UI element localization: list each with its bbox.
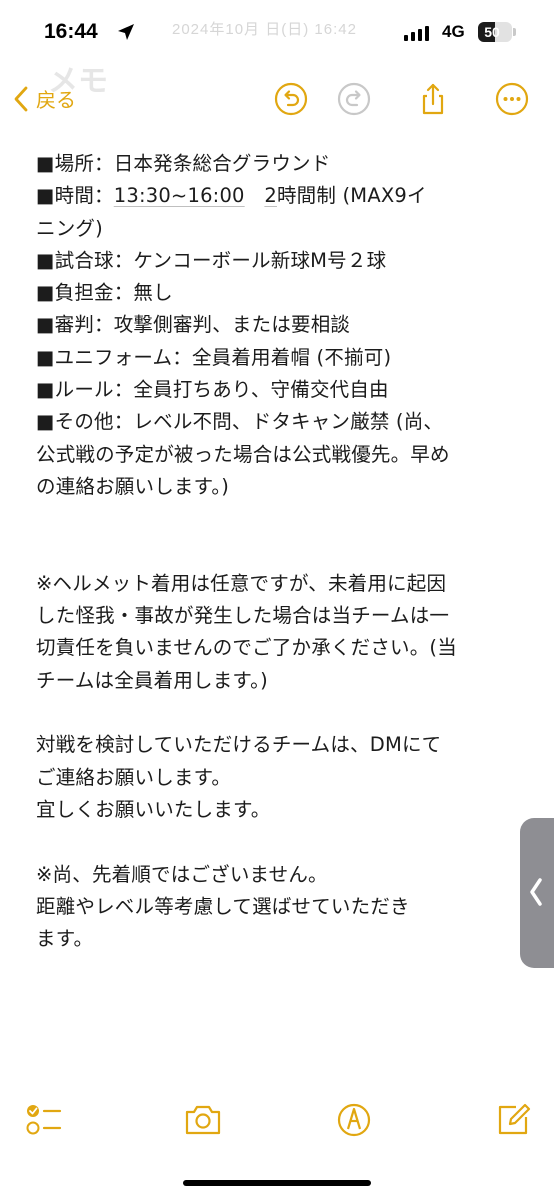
redo-icon[interactable]	[337, 82, 371, 116]
note-line: ニング)	[36, 216, 103, 240]
more-icon[interactable]	[495, 82, 529, 116]
time-range-link[interactable]: 13:30~16:00	[114, 184, 245, 207]
note-line: 公式戦の予定が被った場合は公式戦優先。早め	[36, 442, 450, 466]
note-line: ■試合球：ケンコーボール新球M号２球	[36, 248, 387, 272]
note-line: チームは全員着用します。)	[36, 668, 268, 692]
time-prefix: ■時間：	[36, 184, 114, 208]
note-line: ※ヘルメット着用は任意ですが、未着用に起因	[36, 571, 447, 595]
battery-nub	[513, 28, 516, 36]
note-line: ■ユニフォーム：全員着用着帽 (不揃可)	[36, 345, 392, 369]
battery-icon: 50	[478, 22, 512, 42]
note-blank-line	[36, 503, 536, 535]
note-blank-line	[36, 697, 536, 729]
side-panel-handle[interactable]	[520, 818, 554, 968]
note-line: ■審判：攻撃側審判、または要相談	[36, 313, 351, 337]
note-line: ※尚、先着順ではございません。	[36, 862, 328, 886]
duration-link[interactable]: 2	[264, 184, 277, 207]
note-line: ■ルール：全員打ちあり、守備交代自由	[36, 378, 389, 402]
back-button[interactable]: 戻る	[12, 84, 76, 113]
note-line: ■負担金：無し	[36, 281, 173, 305]
note-line: 宜しくお願いいたします。	[36, 797, 271, 821]
camera-icon[interactable]	[183, 1102, 223, 1138]
checklist-icon[interactable]	[24, 1102, 64, 1138]
note-line: 対戦を検討していただけるチームは、DMにて	[36, 733, 442, 757]
time-separator	[245, 184, 265, 207]
status-time: 16:44	[44, 20, 98, 43]
share-icon[interactable]	[416, 82, 450, 116]
battery-level: 50	[484, 24, 500, 40]
compose-icon[interactable]	[494, 1102, 534, 1138]
home-indicator	[183, 1180, 371, 1186]
cellular-signal-icon	[404, 26, 429, 41]
note-line: ご連絡お願いします。	[36, 765, 232, 789]
note-line: の連絡お願いします。)	[36, 474, 230, 498]
note-line: 切責任を負いませんのでご了か承ください。(当	[36, 636, 457, 660]
time-suffix: 時間制 (MAX9イ	[276, 184, 427, 208]
chevron-left-icon	[530, 878, 542, 906]
note-blank-line	[36, 826, 536, 858]
back-label: 戻る	[36, 88, 76, 112]
note-line: ■その他：レベル不問、ドタキャン厳禁 (尚、	[36, 410, 444, 434]
note-line: 距離やレベル等考慮して選ばせていただき	[36, 894, 410, 918]
location-arrow-icon	[118, 24, 134, 40]
note-body[interactable]: ■場所：日本発条総合グラウンド ■時間：13:30~16:00 2時間制 (MA…	[36, 148, 536, 955]
note-line: ■場所：日本発条総合グラウンド	[36, 152, 331, 175]
chevron-left-icon	[14, 86, 28, 111]
ghost-timestamp: 2024年10月 日(日) 16:42	[172, 21, 357, 38]
undo-icon[interactable]	[274, 82, 308, 116]
network-type: 4G	[442, 22, 465, 41]
note-line: ます。	[36, 927, 94, 951]
markup-pen-icon[interactable]	[334, 1102, 374, 1138]
note-line: した怪我・事故が発生した場合は当チームは一	[36, 604, 450, 628]
note-blank-line	[36, 536, 536, 568]
note-line-time: ■時間：13:30~16:00 2時間制 (MAX9イ	[36, 180, 536, 212]
